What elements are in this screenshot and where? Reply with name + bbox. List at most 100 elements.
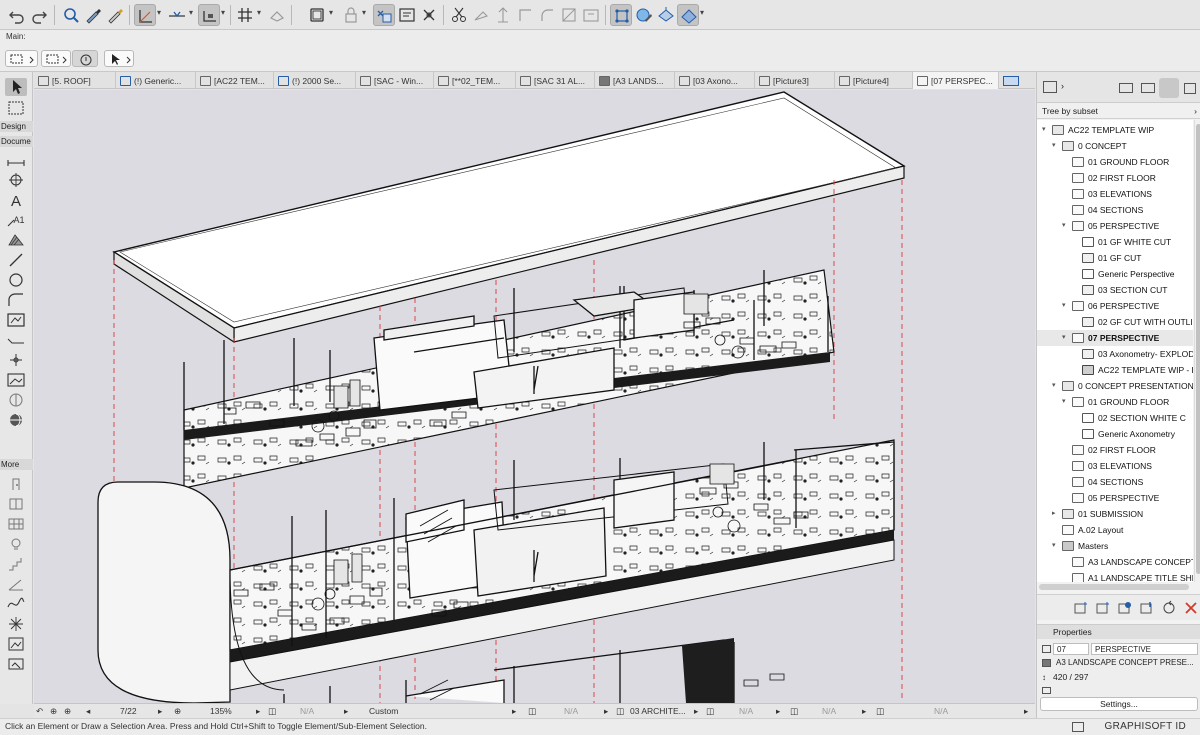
- tree-item[interactable]: 05 PERSPECTIVE: [1037, 490, 1193, 506]
- tree-item[interactable]: 02 GF CUT WITH OUTLIN: [1037, 314, 1193, 330]
- expand-toggle-icon[interactable]: ▾: [1062, 330, 1070, 346]
- tab-07-perspective[interactable]: [07 PERSPEC...: [913, 72, 999, 89]
- project-map-icon[interactable]: [1119, 83, 1133, 93]
- page-indicator[interactable]: 7/22: [120, 705, 137, 718]
- expand-toggle-icon[interactable]: ▾: [1062, 298, 1070, 314]
- adjust-icon[interactable]: [558, 4, 580, 26]
- layout-name-field[interactable]: PERSPECTIVE: [1091, 643, 1198, 655]
- arrow-tool[interactable]: [5, 78, 27, 96]
- layout-canvas[interactable]: [34, 90, 1035, 703]
- level-dimension-tool[interactable]: [5, 171, 27, 189]
- tree-item[interactable]: 02 FIRST FLOOR: [1037, 170, 1193, 186]
- tree-item[interactable]: ▾ 07 PERSPECTIVE: [1037, 330, 1193, 346]
- undo-zoom-icon[interactable]: ↶: [36, 705, 43, 718]
- spline-tool[interactable]: [5, 595, 27, 613]
- view-map-icon[interactable]: [1141, 83, 1155, 93]
- renovation-icon[interactable]: ◫: [876, 705, 884, 718]
- expand-toggle-icon[interactable]: ▾: [1062, 218, 1070, 234]
- pen-dropdown-icon[interactable]: ▸: [604, 705, 608, 718]
- settings-button[interactable]: Settings...: [1040, 697, 1198, 711]
- tree-item[interactable]: 01 GF WHITE CUT: [1037, 234, 1193, 250]
- layer-combination[interactable]: 03 ARCHITE...: [630, 705, 686, 718]
- circle-tool[interactable]: [5, 271, 27, 289]
- model-view-icon[interactable]: ◫: [706, 705, 714, 718]
- tree-item[interactable]: 04 SECTIONS: [1037, 202, 1193, 218]
- master-layout-selector[interactable]: A3 LANDSCAPE CONCEPT PRESE...: [1053, 657, 1198, 669]
- change-tool[interactable]: [5, 391, 27, 409]
- tree-item[interactable]: ▾ 06 PERSPECTIVE: [1037, 298, 1193, 314]
- model-view-value[interactable]: N/A: [739, 705, 753, 718]
- tree-item[interactable]: 02 FIRST FLOOR: [1037, 442, 1193, 458]
- tree-item[interactable]: ▸ 01 SUBMISSION: [1037, 506, 1193, 522]
- publish-icon[interactable]: [1139, 600, 1155, 616]
- guide-lines-icon[interactable]: [134, 4, 156, 26]
- tree-horizontal-scrollbar[interactable]: [1039, 584, 1189, 590]
- tree-item[interactable]: ▾ 0 CONCEPT: [1037, 138, 1193, 154]
- pen-set-icon[interactable]: ◫: [528, 705, 536, 718]
- suspend-groups-icon[interactable]: [266, 4, 288, 26]
- marquee-tool[interactable]: [5, 99, 27, 117]
- tree-item[interactable]: Generic Perspective: [1037, 266, 1193, 282]
- scale-value[interactable]: Custom: [369, 705, 398, 718]
- dimension-dropdown-icon[interactable]: ▸: [862, 705, 866, 718]
- tree-item[interactable]: A1 LANDSCAPE TITLE SHEE: [1037, 570, 1193, 582]
- window-tool[interactable]: [5, 495, 27, 513]
- tab-generic[interactable]: (!) Generic...: [116, 72, 196, 89]
- marquee-icon[interactable]: [396, 4, 418, 26]
- trace-reference-icon[interactable]: [306, 4, 328, 26]
- tab-sac-window[interactable]: [SAC - Win...: [356, 72, 434, 89]
- layout-book-icon[interactable]: [1159, 78, 1179, 98]
- renovation-value[interactable]: N/A: [934, 705, 948, 718]
- graphisoft-id-logo[interactable]: GRAPHISOFT ID: [1104, 721, 1186, 732]
- zoom-icon[interactable]: ⊕: [174, 705, 181, 718]
- tree-mode-selector[interactable]: Tree by subset ›: [1037, 103, 1200, 119]
- update-icon[interactable]: [1161, 600, 1177, 616]
- scale-dropdown-icon[interactable]: ▸: [512, 705, 516, 718]
- tab-a3-landscape[interactable]: [A3 LANDS...: [595, 72, 675, 89]
- line-tool[interactable]: [5, 251, 27, 269]
- tab-2000-section[interactable]: (!) 2000 Se...: [274, 72, 356, 89]
- tab-02-template[interactable]: [**02_TEM...: [434, 72, 516, 89]
- hotspot-tool[interactable]: [5, 351, 27, 369]
- drawing-tool[interactable]: [5, 311, 27, 329]
- expand-toggle-icon[interactable]: ▾: [1052, 538, 1060, 554]
- grid-snap-icon[interactable]: [234, 4, 256, 26]
- tree-item[interactable]: ▾ AC22 TEMPLATE WIP: [1037, 122, 1193, 138]
- 3d-style-icon[interactable]: [610, 4, 632, 26]
- tree-item[interactable]: 01 GROUND FLOOR: [1037, 154, 1193, 170]
- tree-item[interactable]: 03 ELEVATIONS: [1037, 458, 1193, 474]
- layer-combination-icon[interactable]: ◫: [616, 705, 624, 718]
- document-label[interactable]: Docume: [0, 136, 33, 147]
- layer-icon[interactable]: [373, 4, 395, 26]
- place-drawing-icon[interactable]: [1117, 600, 1133, 616]
- 3d-window-icon[interactable]: [677, 4, 699, 26]
- delete-icon[interactable]: [1183, 600, 1199, 616]
- tree-item[interactable]: 03 SECTION CUT: [1037, 282, 1193, 298]
- renovation-dropdown-icon[interactable]: ▸: [1024, 705, 1028, 718]
- lock-icon[interactable]: [340, 4, 362, 26]
- render-icon[interactable]: [633, 4, 655, 26]
- door-tool[interactable]: [5, 475, 27, 493]
- tree-item[interactable]: ▾ 01 GROUND FLOOR: [1037, 394, 1193, 410]
- geometry-method-button[interactable]: [5, 50, 38, 67]
- pick-up-icon[interactable]: [82, 4, 104, 26]
- tree-item[interactable]: 03 Axonometry- EXPLOD: [1037, 346, 1193, 362]
- publisher-sets-icon[interactable]: [1184, 83, 1196, 94]
- tree-item[interactable]: Generic Axonometry: [1037, 426, 1193, 442]
- tab-picture3[interactable]: [Picture3]: [755, 72, 835, 89]
- prev-page-icon[interactable]: ◂: [86, 705, 90, 718]
- stair-tool[interactable]: [5, 555, 27, 573]
- new-subset-icon[interactable]: [1095, 600, 1111, 616]
- tree-item[interactable]: 02 SECTION WHITE C: [1037, 410, 1193, 426]
- more-label[interactable]: More: [0, 459, 33, 470]
- zoom-fit-icon[interactable]: ⊕: [50, 705, 57, 718]
- curtain-wall-tool[interactable]: [5, 515, 27, 533]
- figure-tool[interactable]: [5, 371, 27, 389]
- expand-toggle-icon[interactable]: ▾: [1052, 378, 1060, 394]
- tab-03-axonometry[interactable]: [03 Axono...: [675, 72, 755, 89]
- rotation-icon[interactable]: ◫: [268, 705, 276, 718]
- tree-item[interactable]: ▾ 0 CONCEPT PRESENTATION: [1037, 378, 1193, 394]
- mirror-icon[interactable]: [448, 4, 470, 26]
- tree-item[interactable]: 04 SECTIONS: [1037, 474, 1193, 490]
- navigator-options-icon[interactable]: [1043, 81, 1057, 93]
